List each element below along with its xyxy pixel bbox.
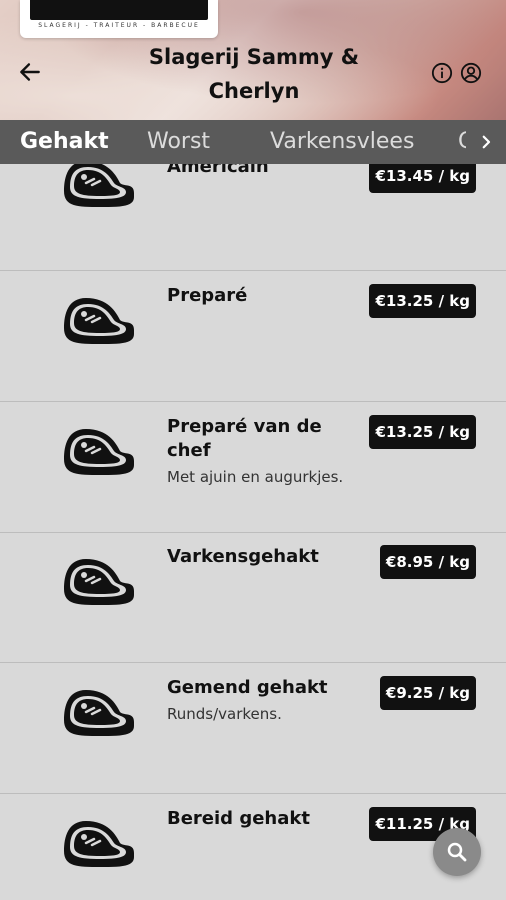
tab-worst[interactable]: Worst bbox=[147, 120, 210, 164]
product-name: Bereid gehakt bbox=[167, 808, 310, 829]
header: SLAGERIJ - TRAITEUR - BARBECUE Slagerij … bbox=[0, 0, 506, 120]
logo-mark bbox=[30, 0, 208, 20]
meat-steak-icon bbox=[64, 821, 134, 867]
account-button[interactable] bbox=[459, 61, 482, 84]
search-icon bbox=[447, 842, 467, 862]
price-badge: €13.25 / kg bbox=[369, 415, 476, 449]
list-item[interactable]: Gemend gehakt Runds/varkens. €9.25 / kg bbox=[0, 664, 506, 794]
product-name: Gemend gehakt bbox=[167, 677, 328, 698]
list-item[interactable]: Varkensgehakt €8.95 / kg bbox=[0, 533, 506, 663]
meat-steak-icon bbox=[64, 164, 134, 207]
info-icon bbox=[431, 62, 452, 83]
product-name: Americain bbox=[167, 164, 269, 177]
tab-gehakt[interactable]: Gehakt bbox=[20, 120, 109, 164]
search-button[interactable] bbox=[433, 828, 481, 876]
logo-tagline: SLAGERIJ - TRAITEUR - BARBECUE bbox=[38, 22, 200, 29]
tab-varkensvlees[interactable]: Varkensvlees bbox=[270, 120, 414, 164]
info-button[interactable] bbox=[430, 61, 453, 84]
list-item[interactable]: Bereid gehakt €11.25 / kg bbox=[0, 795, 506, 900]
price-badge: €13.45 / kg bbox=[369, 164, 476, 193]
meat-steak-icon bbox=[64, 298, 134, 344]
meat-steak-icon bbox=[64, 559, 134, 605]
list-item[interactable]: Preparé €13.25 / kg bbox=[0, 272, 506, 402]
price-badge: €13.25 / kg bbox=[369, 284, 476, 318]
chevron-right-icon bbox=[482, 135, 491, 149]
back-arrow-icon bbox=[20, 63, 40, 81]
category-tabs: Gehakt Worst Varkensvlees G bbox=[0, 120, 506, 164]
tabs-scroll-right-button[interactable] bbox=[474, 130, 498, 154]
product-name: Preparé bbox=[167, 285, 248, 306]
product-description: Runds/varkens. bbox=[167, 705, 282, 723]
product-description: Met ajuin en augurkjes. bbox=[167, 468, 344, 486]
meat-steak-icon bbox=[64, 690, 134, 736]
account-icon bbox=[460, 62, 481, 83]
list-item[interactable]: Preparé van de chef Met ajuin en augurkj… bbox=[0, 403, 506, 533]
meat-steak-icon bbox=[64, 429, 134, 475]
shop-logo: SLAGERIJ - TRAITEUR - BARBECUE bbox=[20, 0, 218, 38]
product-list: Americain €13.45 / kg Preparé €13.25 / k… bbox=[0, 164, 506, 900]
price-badge: €9.25 / kg bbox=[379, 676, 476, 710]
product-name: Varkensgehakt bbox=[167, 546, 319, 567]
page-title: Slagerij Sammy & Cherlyn bbox=[148, 45, 360, 103]
price-badge: €8.95 / kg bbox=[379, 545, 476, 579]
product-name: Preparé van de chef bbox=[167, 416, 322, 461]
back-button[interactable] bbox=[14, 56, 46, 88]
list-item[interactable]: Americain €13.45 / kg bbox=[0, 164, 506, 271]
